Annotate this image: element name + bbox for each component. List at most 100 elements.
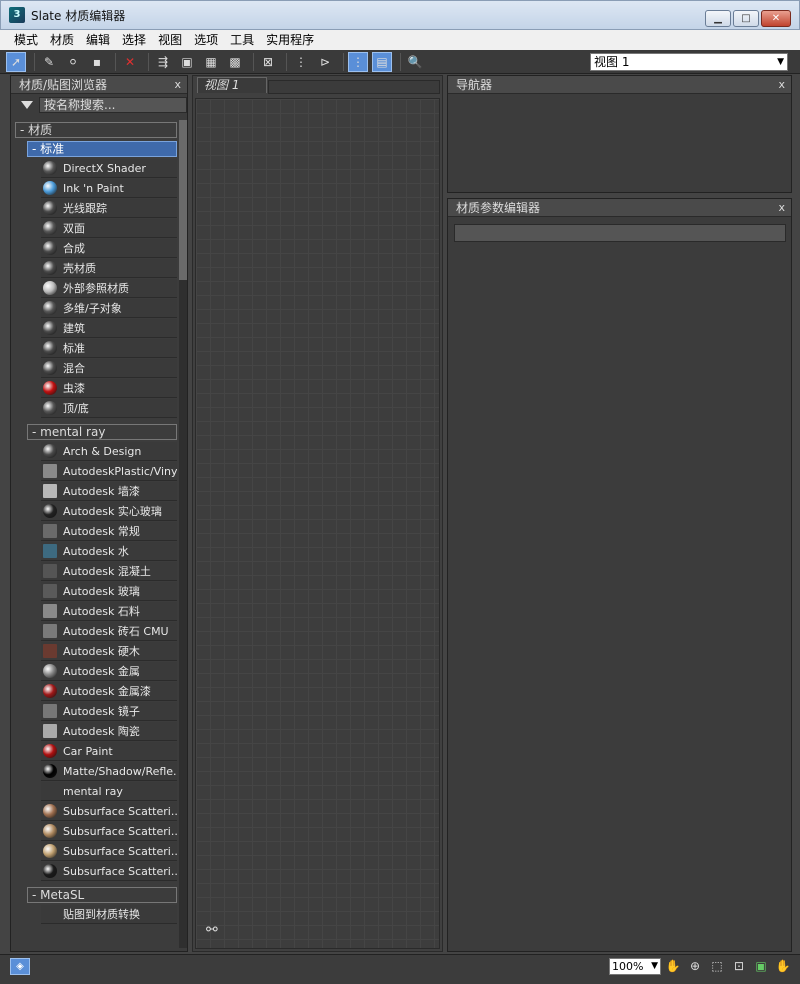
list-item[interactable]: Autodesk 石料 <box>41 602 177 621</box>
zoom-extents-icon[interactable]: ⊡ <box>730 957 748 975</box>
close-icon[interactable]: x <box>778 76 785 94</box>
menu-edit[interactable]: 编辑 <box>80 30 116 50</box>
list-item[interactable]: Autodesk 镜子 <box>41 702 177 721</box>
browser-scrollbar[interactable] <box>179 120 187 948</box>
menu-options[interactable]: 选项 <box>188 30 224 50</box>
list-item[interactable]: 外部参照材质 <box>41 279 177 298</box>
list-item[interactable]: Ink 'n Paint <box>41 179 177 198</box>
close-icon[interactable]: x <box>174 76 181 94</box>
layout-children-icon[interactable]: ⊳ <box>315 52 335 72</box>
item-label: Autodesk 水 <box>63 545 129 558</box>
view-dropdown-value: 视图 1 <box>594 55 630 69</box>
list-item[interactable]: Autodesk 常规 <box>41 522 177 541</box>
node-canvas[interactable]: ⚯ <box>195 98 440 949</box>
list-item[interactable]: 壳材质 <box>41 259 177 278</box>
zoom-region-icon[interactable]: ⬚ <box>708 957 726 975</box>
param-field[interactable] <box>454 224 786 242</box>
subgroup-metasl[interactable]: - MetaSL <box>27 887 177 903</box>
list-item[interactable]: 混合 <box>41 359 177 378</box>
menu-mode[interactable]: 模式 <box>8 30 44 50</box>
list-item[interactable]: AutodeskPlastic/Vinyl <box>41 462 177 481</box>
list-item[interactable]: 虫漆 <box>41 379 177 398</box>
list-item[interactable]: Subsurface Scatteri... <box>41 862 177 881</box>
list-item[interactable]: Subsurface Scatteri... <box>41 802 177 821</box>
menu-view[interactable]: 视图 <box>152 30 188 50</box>
material-swatch-icon <box>43 864 57 878</box>
list-item[interactable]: mental ray <box>41 782 177 801</box>
list-item[interactable]: Subsurface Scatteri... <box>41 842 177 861</box>
list-item[interactable]: 建筑 <box>41 319 177 338</box>
zoom-selected-icon[interactable]: ▣ <box>752 957 770 975</box>
material-swatch-icon <box>43 744 57 758</box>
params-title: 材质参数编辑器 <box>456 201 541 215</box>
scroll-thumb[interactable] <box>179 120 187 280</box>
list-item[interactable]: Autodesk 金属 <box>41 662 177 681</box>
menu-select[interactable]: 选择 <box>116 30 152 50</box>
list-item[interactable]: 标准 <box>41 339 177 358</box>
group-materials[interactable]: - 材质 <box>15 122 177 138</box>
show-map-icon[interactable]: ▦ <box>201 52 221 72</box>
list-item[interactable]: 光线跟踪 <box>41 199 177 218</box>
menu-tools[interactable]: 工具 <box>224 30 260 50</box>
subgroup-mental-ray[interactable]: - mental ray <box>27 424 177 440</box>
close-button[interactable]: ✕ <box>761 10 791 27</box>
assign-material-icon[interactable]: ▪ <box>87 52 107 72</box>
search-input[interactable]: 按名称搜索... <box>39 97 187 113</box>
pan-view-icon[interactable]: ✋ <box>774 957 792 975</box>
material-swatch-icon <box>43 341 57 355</box>
menu-material[interactable]: 材质 <box>44 30 80 50</box>
list-item[interactable]: Autodesk 实心玻璃 <box>41 502 177 521</box>
checker-icon[interactable]: ▩ <box>225 52 245 72</box>
options-triangle-icon[interactable] <box>21 101 33 109</box>
list-item[interactable]: 顶/底 <box>41 399 177 418</box>
list-item[interactable]: Autodesk 硬木 <box>41 642 177 661</box>
pan-hand-icon[interactable]: ✋ <box>664 957 682 975</box>
select-tool-icon[interactable]: ➚ <box>6 51 26 72</box>
layout-vertical-icon[interactable]: ⋮ <box>291 52 311 72</box>
material-map-browser-icon[interactable]: ⋮ <box>348 51 368 72</box>
zoom-dropdown[interactable]: 100% ▼ <box>609 958 661 975</box>
item-label: Autodesk 硬木 <box>63 645 140 658</box>
background-icon[interactable]: ⊠ <box>258 52 278 72</box>
binoculars-icon[interactable]: ⚯ <box>206 922 218 938</box>
list-item[interactable]: 贴图到材质转换 <box>41 905 177 924</box>
material-swatch-icon <box>43 764 57 778</box>
list-item[interactable]: 合成 <box>41 239 177 258</box>
list-item[interactable]: Autodesk 金属漆 <box>41 682 177 701</box>
item-label: Autodesk 墙漆 <box>63 485 140 498</box>
list-item[interactable]: Autodesk 玻璃 <box>41 582 177 601</box>
list-item[interactable]: Autodesk 陶瓷 <box>41 722 177 741</box>
list-item[interactable]: Car Paint <box>41 742 177 761</box>
delete-icon[interactable]: ✕ <box>120 52 140 72</box>
list-item[interactable]: 多维/子对象 <box>41 299 177 318</box>
menu-utilities[interactable]: 实用程序 <box>260 30 320 50</box>
zoom-icon[interactable]: ⊕ <box>686 957 704 975</box>
list-item[interactable]: Autodesk 混凝土 <box>41 562 177 581</box>
material-swatch-icon <box>43 504 57 518</box>
list-item[interactable]: 双面 <box>41 219 177 238</box>
item-label: Matte/Shadow/Refle... <box>63 764 177 778</box>
item-label: 多维/子对象 <box>63 302 122 315</box>
material-swatch-icon <box>43 624 57 638</box>
subgroup-standard[interactable]: - 标准 <box>27 141 177 157</box>
select-by-material-icon[interactable]: 🔍 <box>405 52 425 72</box>
list-item[interactable]: Autodesk 墙漆 <box>41 482 177 501</box>
maximize-button[interactable]: □ <box>733 10 759 27</box>
view-nav-icon[interactable]: ◈ <box>10 958 30 975</box>
list-item[interactable]: Autodesk 水 <box>41 542 177 561</box>
eyedropper-icon[interactable]: ✎ <box>39 52 59 72</box>
list-item[interactable]: Subsurface Scatteri... <box>41 822 177 841</box>
list-item[interactable]: DirectX Shader <box>41 159 177 178</box>
close-icon[interactable]: x <box>778 199 785 217</box>
move-children-icon[interactable]: ⇶ <box>153 52 173 72</box>
item-label: 虫漆 <box>63 382 85 395</box>
list-item[interactable]: Autodesk 砖石 CMU <box>41 622 177 641</box>
parameter-editor-icon[interactable]: ▤ <box>372 51 392 72</box>
list-item[interactable]: Matte/Shadow/Refle... <box>41 762 177 781</box>
list-item[interactable]: Arch & Design <box>41 442 177 461</box>
minimize-button[interactable]: ▁ <box>705 10 731 27</box>
put-material-icon[interactable]: ⚪ <box>63 52 83 72</box>
tab-view-1[interactable]: 视图 1 <box>197 77 267 93</box>
view-dropdown[interactable]: 视图 1 ▼ <box>590 53 788 71</box>
hide-icon[interactable]: ▣ <box>177 52 197 72</box>
